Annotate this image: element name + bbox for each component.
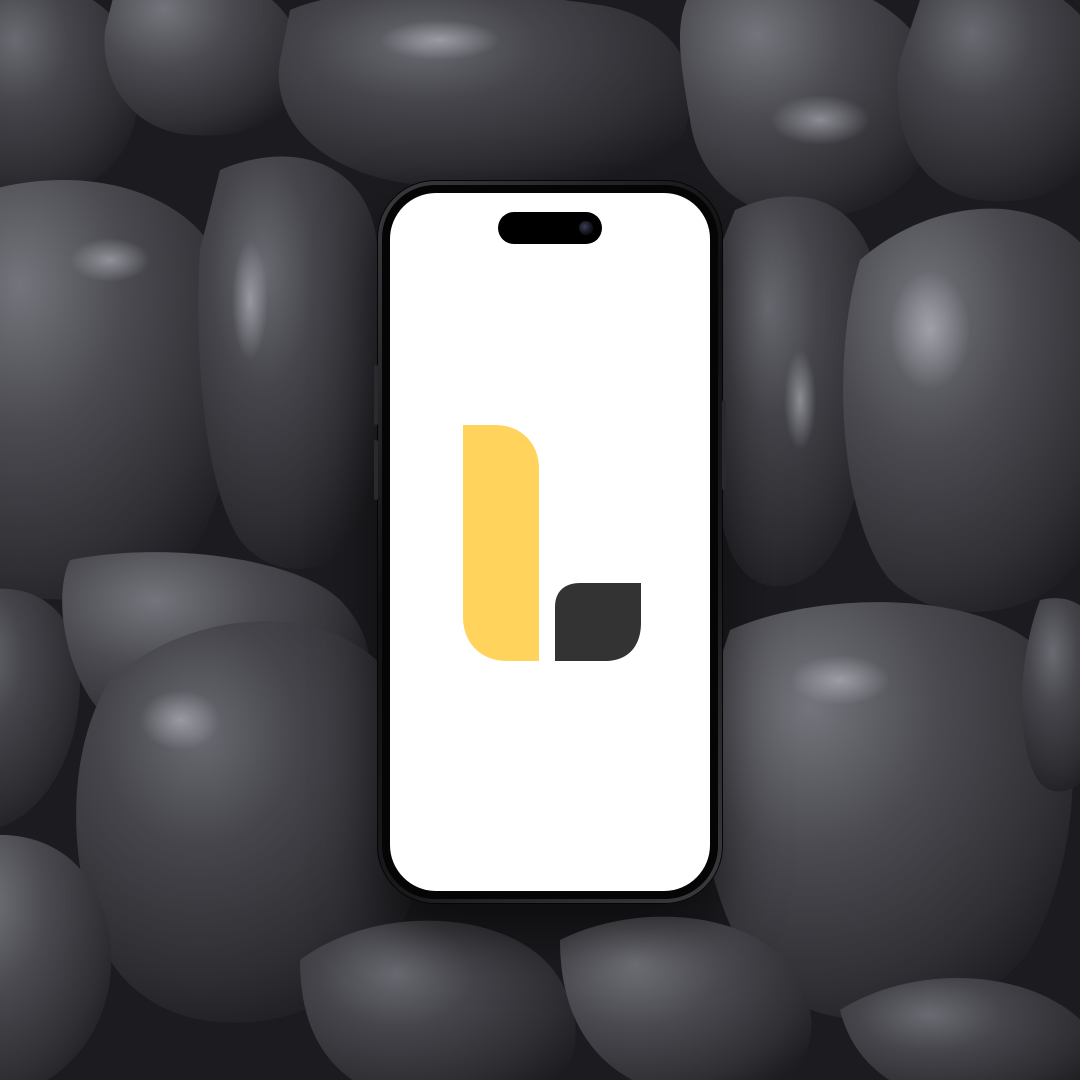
power-button [722,400,726,490]
volume-down-button [374,440,378,500]
phone-screen [390,193,710,891]
logo-dark-foot [555,583,641,661]
pebble [198,156,384,569]
pebble [897,0,1080,202]
logo-yellow-stem [463,425,539,661]
letter-l-logo-icon [463,425,641,661]
volume-up-button [374,365,378,425]
front-camera-icon [579,221,593,235]
dynamic-island [498,212,602,244]
smartphone-mockup [374,180,726,904]
pebble [843,208,1080,613]
pebble-background-scene [0,0,1080,1080]
